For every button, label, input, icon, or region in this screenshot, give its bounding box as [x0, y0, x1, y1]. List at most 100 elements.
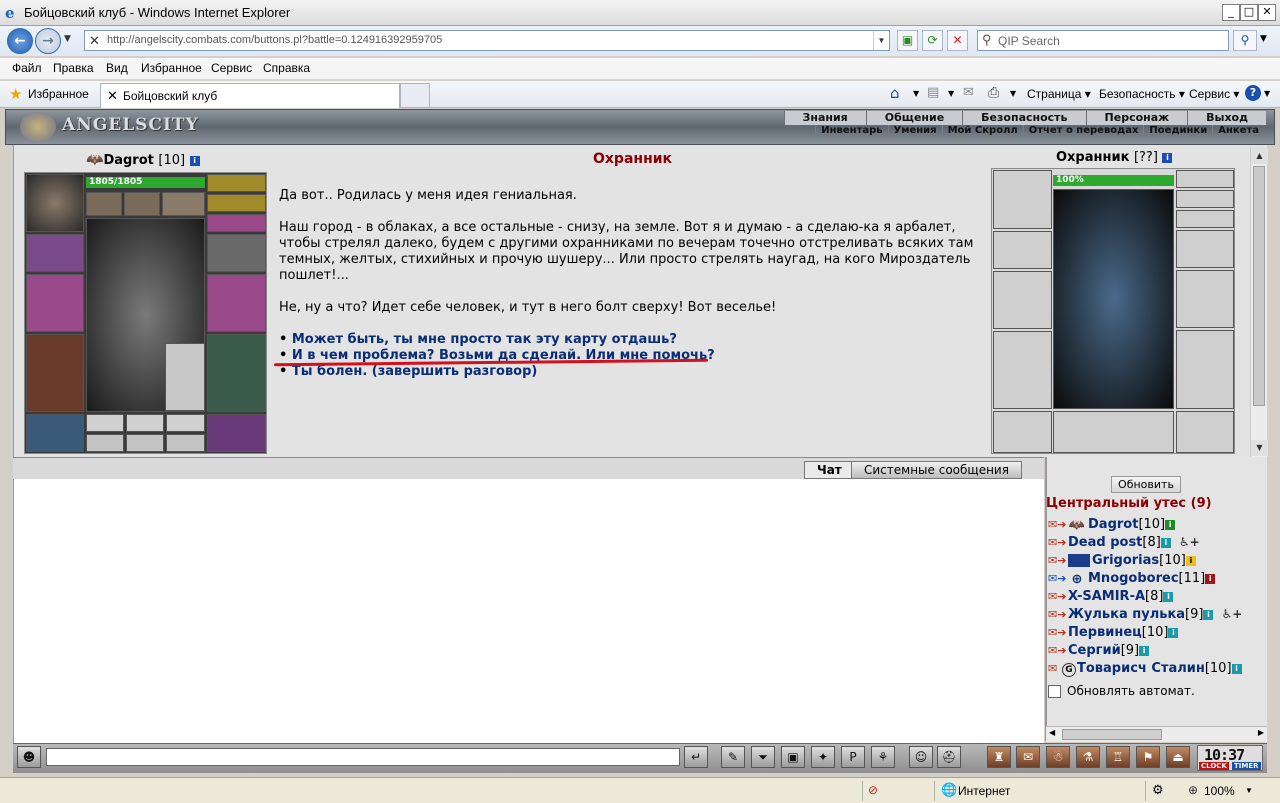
print-icon[interactable]: ⎙ [988, 85, 999, 101]
bag-icon[interactable]: ♜ [987, 746, 1011, 768]
smiley-face-icon[interactable]: ☻ [17, 746, 41, 768]
scroll-left-icon[interactable]: ◀ [1049, 728, 1055, 737]
scroll-up-icon[interactable]: ▲ [1251, 148, 1268, 164]
private-message-icon[interactable]: ✉ [1048, 662, 1062, 675]
user-row[interactable]: ✉➔ 🦇 Dagrot[10] i [1048, 517, 1176, 533]
menu-security[interactable]: Безопасность [962, 111, 1086, 125]
lock-icon[interactable]: ♖ [1106, 746, 1130, 768]
rune-slot-3[interactable] [162, 192, 205, 216]
exit-icon[interactable]: ⏏ [1166, 746, 1190, 768]
help-icon[interactable]: ? [1245, 85, 1261, 101]
user-info-icon[interactable]: i [1168, 627, 1179, 638]
tab-system-messages[interactable]: Системные сообщения [851, 461, 1022, 479]
user-info-icon[interactable]: i [1205, 573, 1216, 584]
private-message-icon[interactable]: ✉➔ [1048, 518, 1068, 531]
zoom-level[interactable]: 100% [1204, 784, 1235, 798]
dialog-choice-1[interactable]: • Может быть, ты мне просто так эту карт… [279, 332, 677, 347]
rune-slot-2[interactable] [124, 192, 160, 216]
protected-mode-icon[interactable]: ⊘ [868, 783, 878, 797]
user-row[interactable]: ✉➔ Dead post[8] i ♿+ [1048, 535, 1200, 550]
favorites-star-icon[interactable]: ★ [9, 85, 22, 103]
user-name[interactable]: X-SAMIR-A [1068, 589, 1145, 604]
emotions-icon[interactable]: ⚘ [871, 746, 895, 768]
new-tab-button[interactable] [400, 83, 430, 108]
chat-input[interactable] [46, 748, 680, 766]
smiles-icon[interactable]: ☺ [909, 746, 933, 768]
character-icon[interactable]: ☃ [1046, 746, 1070, 768]
back-button[interactable]: ← [7, 28, 33, 54]
helmet-slot[interactable] [26, 174, 84, 232]
search-button[interactable]: ⚲ [1233, 30, 1257, 51]
add-friend-icon[interactable]: ♿+ [1179, 535, 1200, 549]
user-name[interactable]: Жулька пулька [1068, 607, 1185, 622]
user-name[interactable]: Товарисч Сталин [1077, 661, 1205, 676]
user-row[interactable]: ✉➔ Первинец[10] i [1048, 625, 1179, 640]
private-message-icon[interactable]: ✉➔ [1048, 626, 1068, 639]
pocket-slot-2[interactable] [126, 414, 164, 432]
pet-slot[interactable] [165, 343, 205, 411]
refresh-users-button[interactable]: Обновить [1111, 476, 1181, 493]
home-icon[interactable]: ⌂ [890, 84, 900, 102]
address-field[interactable]: ✕ http://angelscity.combats.com/buttons.… [84, 30, 890, 51]
menu-my-scroll[interactable]: Мой Скролл [941, 125, 1023, 138]
auto-refresh-checkbox[interactable] [1048, 685, 1061, 698]
chat-log[interactable] [13, 479, 1044, 743]
menu-duels[interactable]: Поединки [1143, 125, 1212, 138]
menu-profile[interactable]: Анкета [1212, 125, 1264, 138]
fight-icon[interactable]: ✦ [811, 746, 835, 768]
auto-refresh-option[interactable]: Обновлять автомат. [1048, 684, 1195, 698]
user-name[interactable]: Первинец [1068, 625, 1142, 640]
main-scrollbar[interactable]: ▲ ▼ [1250, 148, 1268, 457]
help-dropdown-icon[interactable]: ▼ [1264, 89, 1270, 98]
search-input[interactable]: ⚲ QIP Search [977, 30, 1229, 51]
private-message-icon[interactable]: ✉➔ [1048, 536, 1068, 549]
menu-tools[interactable]: Сервис [211, 61, 252, 75]
favorites-button[interactable]: Избранное [28, 87, 89, 101]
close-window-button[interactable]: ✕ [1258, 4, 1276, 21]
user-row[interactable]: ✉➔ ⊕ Mnogoborec[11] i [1048, 571, 1216, 587]
pocket-slot-1[interactable] [86, 414, 124, 432]
menu-edit[interactable]: Правка [53, 61, 94, 75]
offhand-slot[interactable] [207, 274, 266, 332]
pocket-slot-3[interactable] [166, 414, 205, 432]
user-row[interactable]: ✉➔ Сергий[9] i [1048, 643, 1150, 658]
zoom-icon[interactable]: ⊕ [1188, 783, 1198, 797]
tools-menu[interactable]: Сервис ▾ [1189, 87, 1239, 101]
amulet-slot[interactable] [207, 194, 266, 212]
menu-knowledge[interactable]: Знания [783, 111, 866, 125]
user-row[interactable]: ✉ G Товарисч Сталин[10] i [1048, 661, 1242, 677]
menu-help[interactable]: Справка [263, 61, 310, 75]
refresh-icon[interactable]: ⟳ [922, 30, 943, 51]
belt-slot[interactable] [26, 414, 84, 452]
mail-icon[interactable]: ✉ [963, 85, 974, 100]
history-dropdown-icon[interactable]: ▼ [64, 34, 71, 44]
user-name[interactable]: Mnogoborec [1088, 571, 1179, 586]
user-row[interactable]: ✉➔ Grigorias[10] i [1048, 553, 1196, 568]
bracers-slot[interactable] [26, 234, 84, 272]
stop-icon[interactable]: ✕ [947, 30, 968, 51]
flag-icon[interactable]: ⚑ [1136, 746, 1160, 768]
print-dropdown-icon[interactable]: ▼ [1010, 89, 1016, 98]
scroll-slot-3[interactable] [166, 434, 205, 452]
user-name[interactable]: Grigorias [1092, 553, 1159, 568]
npc-name[interactable]: Охранник [1056, 150, 1129, 165]
user-info-icon[interactable]: i [1160, 537, 1171, 548]
menu-character[interactable]: Персонаж [1085, 111, 1188, 125]
user-info-icon[interactable]: i [1165, 519, 1176, 530]
menu-communication[interactable]: Общение [865, 111, 963, 125]
private-message-icon[interactable]: ✉➔ [1048, 644, 1068, 657]
gloves-slot[interactable] [207, 234, 266, 272]
menu-favorites[interactable]: Избранное [141, 61, 202, 75]
add-friend-icon[interactable]: ♿+ [1221, 607, 1242, 621]
forward-button[interactable]: → [35, 28, 61, 54]
player-name[interactable]: Dagrot [103, 153, 153, 168]
scroll-right-icon[interactable]: ▶ [1258, 728, 1264, 737]
menu-view[interactable]: Вид [106, 61, 128, 75]
send-message-button[interactable]: ↵ [684, 746, 708, 768]
feeds-icon[interactable]: ▤ [927, 85, 939, 100]
search-options-icon[interactable]: ▼ [1260, 34, 1267, 44]
menu-skills[interactable]: Умения [887, 125, 942, 138]
address-dropdown-icon[interactable]: ▼ [873, 31, 889, 50]
private-message-icon[interactable]: ✉➔ [1048, 590, 1068, 603]
scroll-down-icon[interactable]: ▼ [1251, 440, 1268, 456]
